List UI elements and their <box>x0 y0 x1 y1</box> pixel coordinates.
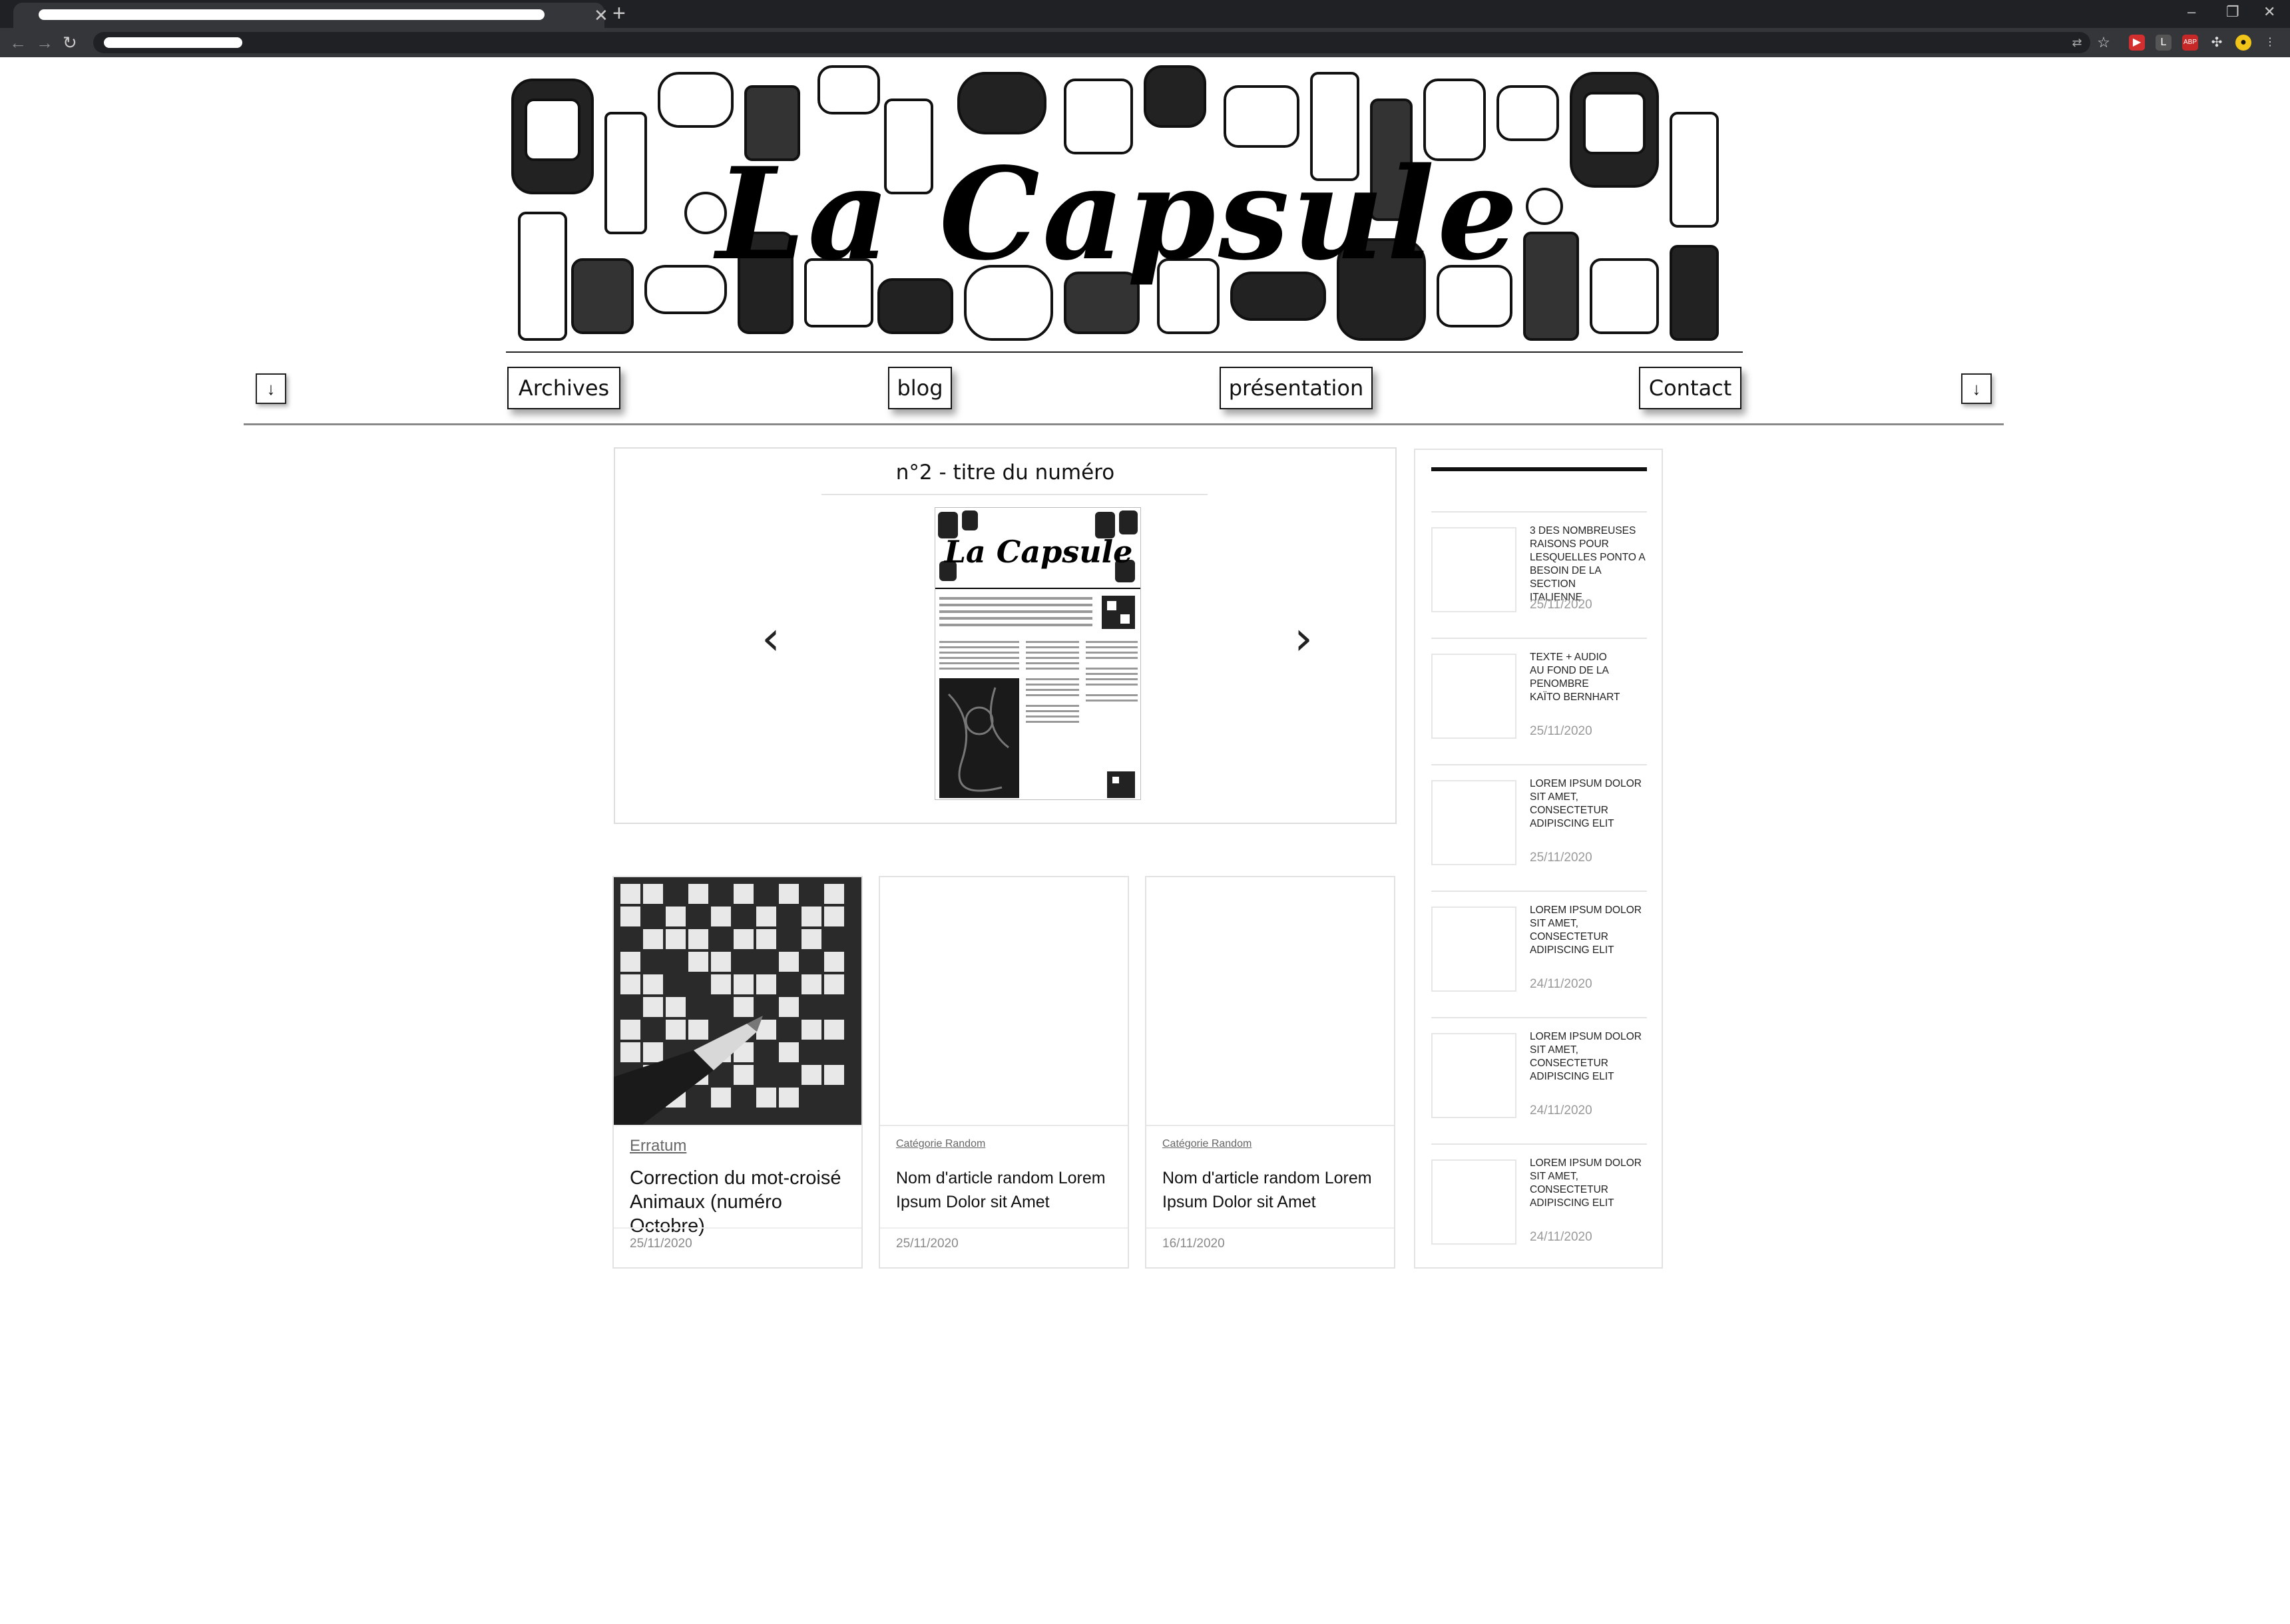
post-date: 24/11/2020 <box>1530 1230 1592 1244</box>
url-redacted <box>104 37 242 48</box>
post-thumbnail[interactable] <box>1431 907 1516 992</box>
article-category-link[interactable]: Erratum <box>630 1137 686 1155</box>
article-category-link[interactable]: Catégorie Random <box>896 1138 985 1150</box>
article-category-link[interactable]: Catégorie Random <box>1162 1138 1252 1150</box>
arrow-down-icon: ↓ <box>1972 379 1981 399</box>
article-title[interactable]: Nom d'article random Lorem Ipsum Dolor s… <box>1162 1166 1389 1214</box>
issue-cover-image[interactable]: La Capsule <box>935 507 1141 800</box>
post-title[interactable]: TEXTE + AUDIO AU FOND DE LA PENOMBRE KAÏ… <box>1530 651 1650 704</box>
post-thumbnail[interactable] <box>1431 1159 1516 1245</box>
post-date: 25/11/2020 <box>1530 598 1592 612</box>
nav-blog-button[interactable]: blog <box>888 367 952 409</box>
sidebar-post-item[interactable]: LOREM IPSUM DOLOR SIT AMET, CONSECTETUR … <box>1431 764 1647 891</box>
newspaper-cover-illustration: La Capsule <box>935 508 1140 798</box>
sidebar-post-item[interactable]: LOREM IPSUM DOLOR SIT AMET, CONSECTETUR … <box>1431 1017 1647 1143</box>
article-image-placeholder[interactable] <box>880 877 1128 1126</box>
article-date: 16/11/2020 <box>1162 1237 1225 1251</box>
article-title[interactable]: Nom d'article random Lorem Ipsum Dolor s… <box>896 1166 1122 1214</box>
article-image-crossword[interactable] <box>614 877 861 1126</box>
issue-title: n°2 - titre du numéro <box>895 461 1115 485</box>
nav-contact-button[interactable]: Contact <box>1639 367 1741 409</box>
star-icon[interactable]: ☆ <box>2096 35 2112 51</box>
crossword-illustration <box>614 877 861 1125</box>
back-icon[interactable]: ← <box>9 32 27 53</box>
cover-logo-text: La Capsule <box>943 534 1133 570</box>
issue-carousel: n°2 - titre du numéro ‹ › La Capsule <box>614 447 1397 824</box>
scroll-down-right-button[interactable]: ↓ <box>1961 373 1992 404</box>
post-thumbnail[interactable] <box>1431 654 1516 739</box>
post-date: 24/11/2020 <box>1530 977 1592 991</box>
profile-avatar-icon[interactable]: ● <box>2235 35 2251 51</box>
tab-title-redacted <box>39 9 545 20</box>
nav-divider <box>244 423 2004 425</box>
plus-icon[interactable]: + <box>612 1 626 25</box>
arrow-down-icon: ↓ <box>266 379 276 399</box>
card-divider <box>1146 1227 1394 1229</box>
scroll-down-left-button[interactable]: ↓ <box>256 373 286 404</box>
puzzle-icon[interactable]: ✣ <box>2209 35 2225 51</box>
kebab-menu-icon[interactable]: ⋮ <box>2262 35 2278 51</box>
article-card[interactable]: Catégorie Random Nom d'article random Lo… <box>1145 876 1395 1269</box>
sidebar-post-item[interactable]: 3 DES NOMBREUSES RAISONS POUR LESQUELLES… <box>1431 511 1647 638</box>
forward-icon[interactable]: → <box>36 32 53 53</box>
recent-posts-sidebar: 3 DES NOMBREUSES RAISONS POUR LESQUELLES… <box>1414 449 1663 1269</box>
post-title[interactable]: 3 DES NOMBREUSES RAISONS POUR LESQUELLES… <box>1530 524 1650 604</box>
post-title[interactable]: LOREM IPSUM DOLOR SIT AMET, CONSECTETUR … <box>1530 904 1650 957</box>
window-close-icon[interactable]: ✕ <box>2263 4 2275 20</box>
translate-icon[interactable]: ⇄ <box>2069 35 2085 51</box>
close-icon[interactable]: ✕ <box>594 5 608 25</box>
sidebar-post-item[interactable]: LOREM IPSUM DOLOR SIT AMET, CONSECTETUR … <box>1431 891 1647 1017</box>
youtube-extension-icon[interactable]: ▶ <box>2129 35 2145 51</box>
issue-title-underline <box>821 494 1208 495</box>
browser-toolbar: ← → ↻ ⇄ ☆ ▶ L ABP ✣ ● ⋮ <box>0 28 2290 57</box>
article-image-placeholder[interactable] <box>1146 877 1394 1126</box>
l-extension-icon[interactable]: L <box>2156 35 2172 51</box>
card-divider <box>880 1227 1128 1229</box>
post-thumbnail[interactable] <box>1431 527 1516 612</box>
post-title[interactable]: LOREM IPSUM DOLOR SIT AMET, CONSECTETUR … <box>1530 777 1650 831</box>
restore-icon[interactable]: ❐ <box>2226 4 2239 20</box>
sidebar-heading-bar <box>1431 467 1647 471</box>
nav-archives-button[interactable]: Archives <box>507 367 620 409</box>
address-bar[interactable] <box>93 32 2090 53</box>
post-title[interactable]: LOREM IPSUM DOLOR SIT AMET, CONSECTETUR … <box>1530 1030 1650 1084</box>
article-card[interactable]: Erratum Correction du mot-croisé Animaux… <box>612 876 863 1269</box>
browser-tab-bar: ✕ + – ❐ ✕ <box>0 0 2290 28</box>
browser-tab[interactable]: ✕ <box>13 3 608 28</box>
post-date: 24/11/2020 <box>1530 1104 1592 1117</box>
header-banner: La Capsule <box>506 60 1731 353</box>
banner-divider <box>506 351 1743 353</box>
article-card[interactable]: Catégorie Random Nom d'article random Lo… <box>879 876 1129 1269</box>
article-date: 25/11/2020 <box>896 1237 959 1251</box>
reload-icon[interactable]: ↻ <box>63 32 77 53</box>
post-thumbnail[interactable] <box>1431 780 1516 865</box>
nav-presentation-button[interactable]: présentation <box>1220 367 1373 409</box>
adblock-extension-icon[interactable]: ABP <box>2182 35 2198 51</box>
minimize-icon[interactable]: – <box>2187 4 2195 20</box>
card-divider <box>614 1227 861 1229</box>
site-logo[interactable]: La Capsule <box>506 140 1731 288</box>
chevron-right-icon[interactable]: › <box>1294 615 1313 662</box>
sidebar-post-item[interactable]: TEXTE + AUDIO AU FOND DE LA PENOMBRE KAÏ… <box>1431 638 1647 764</box>
post-date: 25/11/2020 <box>1530 851 1592 865</box>
article-date: 25/11/2020 <box>630 1237 692 1251</box>
post-thumbnail[interactable] <box>1431 1033 1516 1118</box>
chevron-left-icon[interactable]: ‹ <box>762 615 780 662</box>
post-title[interactable]: LOREM IPSUM DOLOR SIT AMET, CONSECTETUR … <box>1530 1157 1650 1210</box>
sidebar-post-item[interactable]: LOREM IPSUM DOLOR SIT AMET, CONSECTETUR … <box>1431 1143 1647 1257</box>
post-date: 25/11/2020 <box>1530 724 1592 738</box>
